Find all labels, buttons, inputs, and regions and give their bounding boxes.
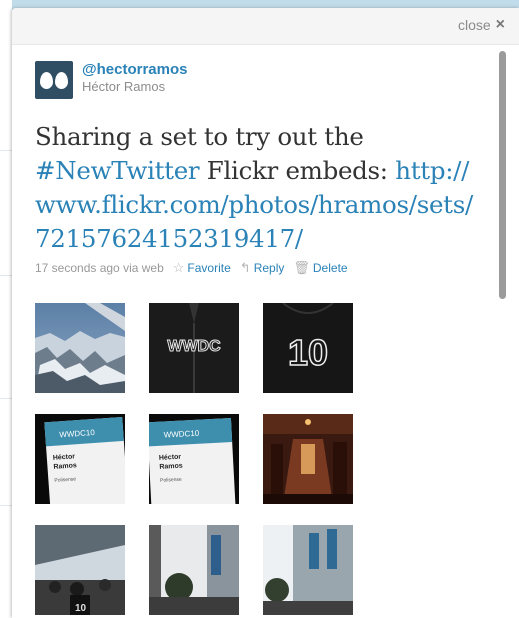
- divider: [0, 398, 12, 399]
- tweet-text-after: Flickr embeds:: [199, 156, 388, 185]
- close-button[interactable]: close ×: [457, 16, 505, 34]
- photo-thumb-moscone[interactable]: [263, 525, 353, 615]
- favorite-button[interactable]: ☆ Favorite: [173, 260, 231, 276]
- divider: [0, 275, 12, 276]
- star-icon: ☆: [172, 260, 185, 275]
- close-icon: ×: [495, 16, 505, 33]
- reply-icon: ↰: [239, 260, 251, 275]
- photo-thumb-wwdc-jacket[interactable]: WWDC: [149, 303, 239, 393]
- author-names: @hectorramos Héctor Ramos: [82, 61, 188, 95]
- full-name: Héctor Ramos: [82, 79, 166, 94]
- close-label: close: [457, 17, 491, 33]
- avatar[interactable]: [35, 61, 73, 99]
- background-strip: [0, 0, 12, 618]
- svg-text:10: 10: [75, 603, 87, 614]
- jacket-sign-text: WWDC: [167, 338, 221, 355]
- divider: [0, 505, 12, 506]
- screen-name-link[interactable]: @hectorramos: [82, 61, 188, 78]
- tweet-details-panel: close × @hectorramos Héctor Ramos Sharin…: [12, 8, 519, 618]
- photo-thumb-badge-1[interactable]: WWDC10 Héctor Ramos Polisense: [35, 414, 125, 504]
- divider: [0, 150, 12, 151]
- photo-thumb-hallway[interactable]: [263, 414, 353, 504]
- jacket-number-text: 10: [288, 332, 328, 373]
- photo-thumb-mountains[interactable]: [35, 303, 125, 393]
- hashtag-link[interactable]: #NewTwitter: [35, 156, 200, 185]
- tweet-meta: 17 seconds ago via web ☆ Favorite ↰ Repl…: [35, 259, 475, 277]
- badge-name-line1: Héctor: [159, 454, 182, 462]
- tweet-text-before: Sharing a set to try out the: [35, 122, 364, 151]
- trash-icon: 🗑: [293, 260, 310, 275]
- favorite-label: Favorite: [187, 261, 231, 275]
- delete-label: Delete: [312, 261, 348, 275]
- photo-thumb-street[interactable]: [149, 525, 239, 615]
- timestamp[interactable]: 17 seconds ago via web: [35, 261, 164, 275]
- egg-shape: [40, 71, 53, 89]
- scrollbar-thumb[interactable]: [499, 51, 506, 299]
- delete-button[interactable]: 🗑 Delete: [293, 260, 347, 276]
- badge-name-line2: Ramos: [159, 463, 183, 471]
- photo-thumb-jacket-10[interactable]: 10: [263, 303, 353, 393]
- tweet-text: Sharing a set to try out the #NewTwitter…: [35, 120, 475, 256]
- photo-thumb-crowd[interactable]: 10: [35, 525, 125, 615]
- badge-company-text: Polisense: [160, 477, 182, 484]
- tweet-content: @hectorramos Héctor Ramos Sharing a set …: [35, 61, 475, 277]
- reply-button[interactable]: ↰ Reply: [240, 260, 285, 276]
- reply-label: Reply: [253, 261, 285, 275]
- panel-header: close ×: [12, 8, 519, 45]
- egg-shape: [55, 71, 68, 89]
- scrollbar[interactable]: [497, 46, 507, 606]
- tweet-author: @hectorramos Héctor Ramos: [35, 61, 475, 101]
- photo-thumb-badge-2[interactable]: WWDC10 Héctor Ramos Polisense: [149, 414, 239, 504]
- badge-event-text: WWDC10: [163, 429, 200, 440]
